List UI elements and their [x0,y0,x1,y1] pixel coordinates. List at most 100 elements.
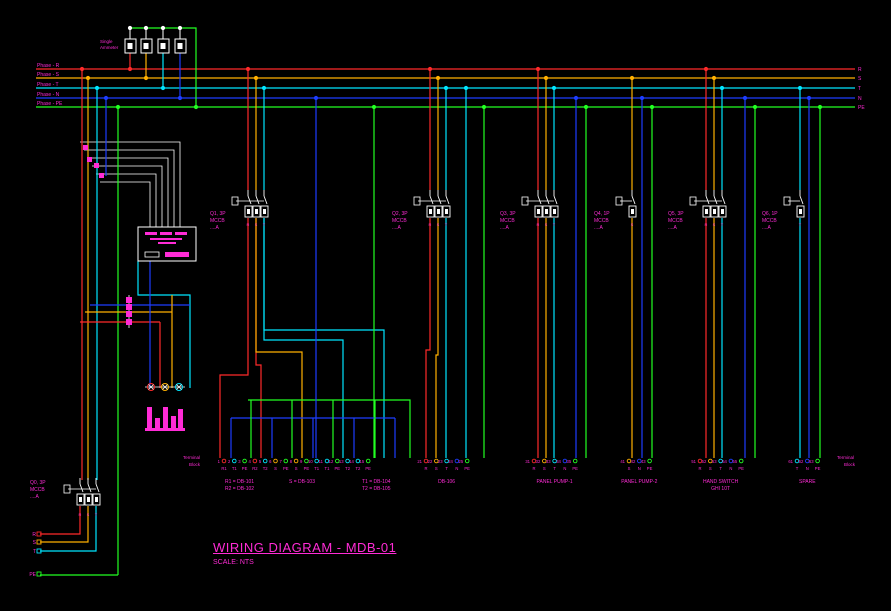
pole-label: S [255,222,258,227]
junction-dot [115,104,121,110]
breaker-trip-coil [705,209,708,214]
breaker-trip-coil [437,209,440,214]
wiring-diagram: Phase - R R Phase - S S Phase - T T Phase - N N… [29,25,865,578]
pole-label: T [263,222,266,227]
terminal-15 [365,458,371,464]
switch-bar [178,409,183,431]
terminal-phase: S [295,466,298,471]
bus-left-label: Phase - PE [37,101,63,107]
junction-dot [535,66,541,72]
junction-dot [177,95,183,101]
device-group [36,25,820,577]
terminal-2 [232,458,237,464]
breaker-trip-coil [545,209,548,214]
terminal-35 [572,458,578,464]
junction-dot [443,85,449,91]
ammeter-coil [127,43,133,49]
breaker-rating: ....A [668,225,678,231]
junction-dot [551,85,557,91]
terminal-number: 31 [525,459,530,464]
junction-dot [435,75,441,81]
terminal-3 [242,458,247,464]
junction-dot [143,75,149,81]
breaker-rating: ....A [210,225,220,231]
terminal-5 [262,458,268,464]
label-group: Phase - R R Phase - S S Phase - T T Phase - N N… [29,39,865,578]
terminal-caption: HAND SWITCH [703,479,739,485]
junction-dot [711,75,717,81]
meter-port [144,251,160,258]
wire [435,218,439,458]
junction-dot [313,95,319,101]
junction-dot [177,25,183,31]
breaker-contact [631,195,636,205]
incomer-feed-label: R [32,532,36,538]
junction-dot [127,66,133,72]
ammeter-coil [143,43,149,49]
breaker-2 [413,190,451,218]
terminal-phase: T2 [263,466,269,471]
breaker-type: MCCB [668,218,683,224]
terminal-phase: R [698,466,701,471]
breaker-contact [87,483,92,493]
terminal-number: 34 [556,459,561,464]
breaker-3 [521,190,559,218]
terminal-phase: T1 [314,466,320,471]
terminal-phase: S [274,466,277,471]
ct-marker [87,157,92,162]
terminal-number: 35 [567,459,572,464]
junction-dot [649,104,655,110]
terminal-phase: T [796,466,799,471]
breaker-trip-coil [713,209,716,214]
terminal-number: 3 [238,459,241,464]
meter-segment [160,232,172,235]
junction-dot [817,104,823,110]
terminal-phase: PE [365,466,371,471]
terminal-block-label: Block [844,462,856,467]
breaker-6 [783,190,805,218]
terminal-phase: PE [647,466,653,471]
pole-label: S [437,222,440,227]
breaker-contact [553,195,558,205]
terminal-43 [647,458,652,464]
terminal-caption: PANEL PUMP-1 [537,479,573,485]
incomer-name: Q0, 3P [30,480,46,486]
breaker-trip-coil [799,209,802,214]
incomer-breaker [63,478,101,506]
terminal-block-label: Block [189,462,201,467]
terminal-block-label: Terminal [183,455,200,460]
junction-dot [463,85,469,91]
junction-dot [79,66,85,72]
breaker-contact [95,483,100,493]
breaker-5 [689,190,727,218]
bus-right-label: R [858,67,862,73]
breaker-rating: ....A [392,225,402,231]
junction-dot [253,75,259,81]
selector-switch [145,407,185,431]
terminal-number: 54 [722,459,727,464]
bus-right-label: T [858,86,861,92]
terminal-number: 61 [788,459,793,464]
junction-dot [193,104,199,110]
wire [263,218,385,458]
terminal-number: 12 [329,459,334,464]
terminal-number: 6 [269,459,272,464]
breaker-contact [721,195,726,205]
terminal-number: 43 [641,459,646,464]
wiring-group [40,27,823,576]
terminal-25 [464,458,470,464]
terminal-number: 10 [308,459,313,464]
fuse-marker [126,311,132,317]
terminal-number: 13 [339,459,344,464]
breaker-trip-coil [247,209,250,214]
terminal-number: 55 [733,459,738,464]
breaker-rating: ....A [762,225,772,231]
terminal-caption: S = DB-103 [289,479,315,485]
bus-right-label: N [858,96,862,102]
breaker-contact [713,195,718,205]
title-block: WIRING DIAGRAM - MDB-01 SCALE: NTS [213,540,396,566]
terminal-number: 7 [279,459,282,464]
breaker-name: Q5, 3P [668,211,684,217]
switch-bar [163,407,168,431]
incomer-rating: ....A [30,494,40,500]
